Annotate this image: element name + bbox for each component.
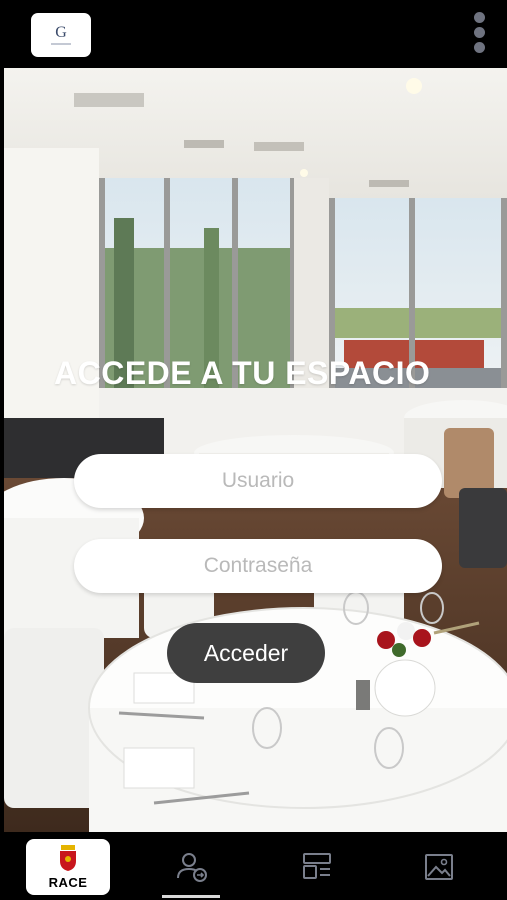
menu-dot xyxy=(473,27,485,38)
page-title: ACCEDE A TU ESPACIO xyxy=(54,355,431,391)
login-button[interactable]: Acceder xyxy=(167,623,325,683)
image-gallery-icon[interactable] xyxy=(422,850,456,884)
company-logo-icon: G xyxy=(51,24,71,45)
top-app-bar: G xyxy=(0,0,507,68)
svg-text:G: G xyxy=(55,24,67,41)
company-logo[interactable]: G xyxy=(31,13,91,57)
background-photo: ACCEDE A TU ESPACIO Acceder xyxy=(4,68,507,832)
bottom-navigation: RACE xyxy=(0,832,507,900)
password-input[interactable] xyxy=(74,539,442,593)
menu-dot xyxy=(473,42,485,53)
username-input[interactable] xyxy=(74,454,442,508)
race-logo[interactable]: RACE xyxy=(26,839,110,895)
menu-dot xyxy=(473,12,485,23)
layout-panels-icon[interactable] xyxy=(300,850,334,884)
kebab-menu-icon[interactable] xyxy=(468,12,490,66)
event-room-image xyxy=(4,68,507,832)
race-label: RACE xyxy=(48,875,88,890)
race-crest-icon xyxy=(60,845,76,871)
user-login-icon[interactable] xyxy=(175,850,209,884)
active-tab-indicator xyxy=(162,895,220,898)
